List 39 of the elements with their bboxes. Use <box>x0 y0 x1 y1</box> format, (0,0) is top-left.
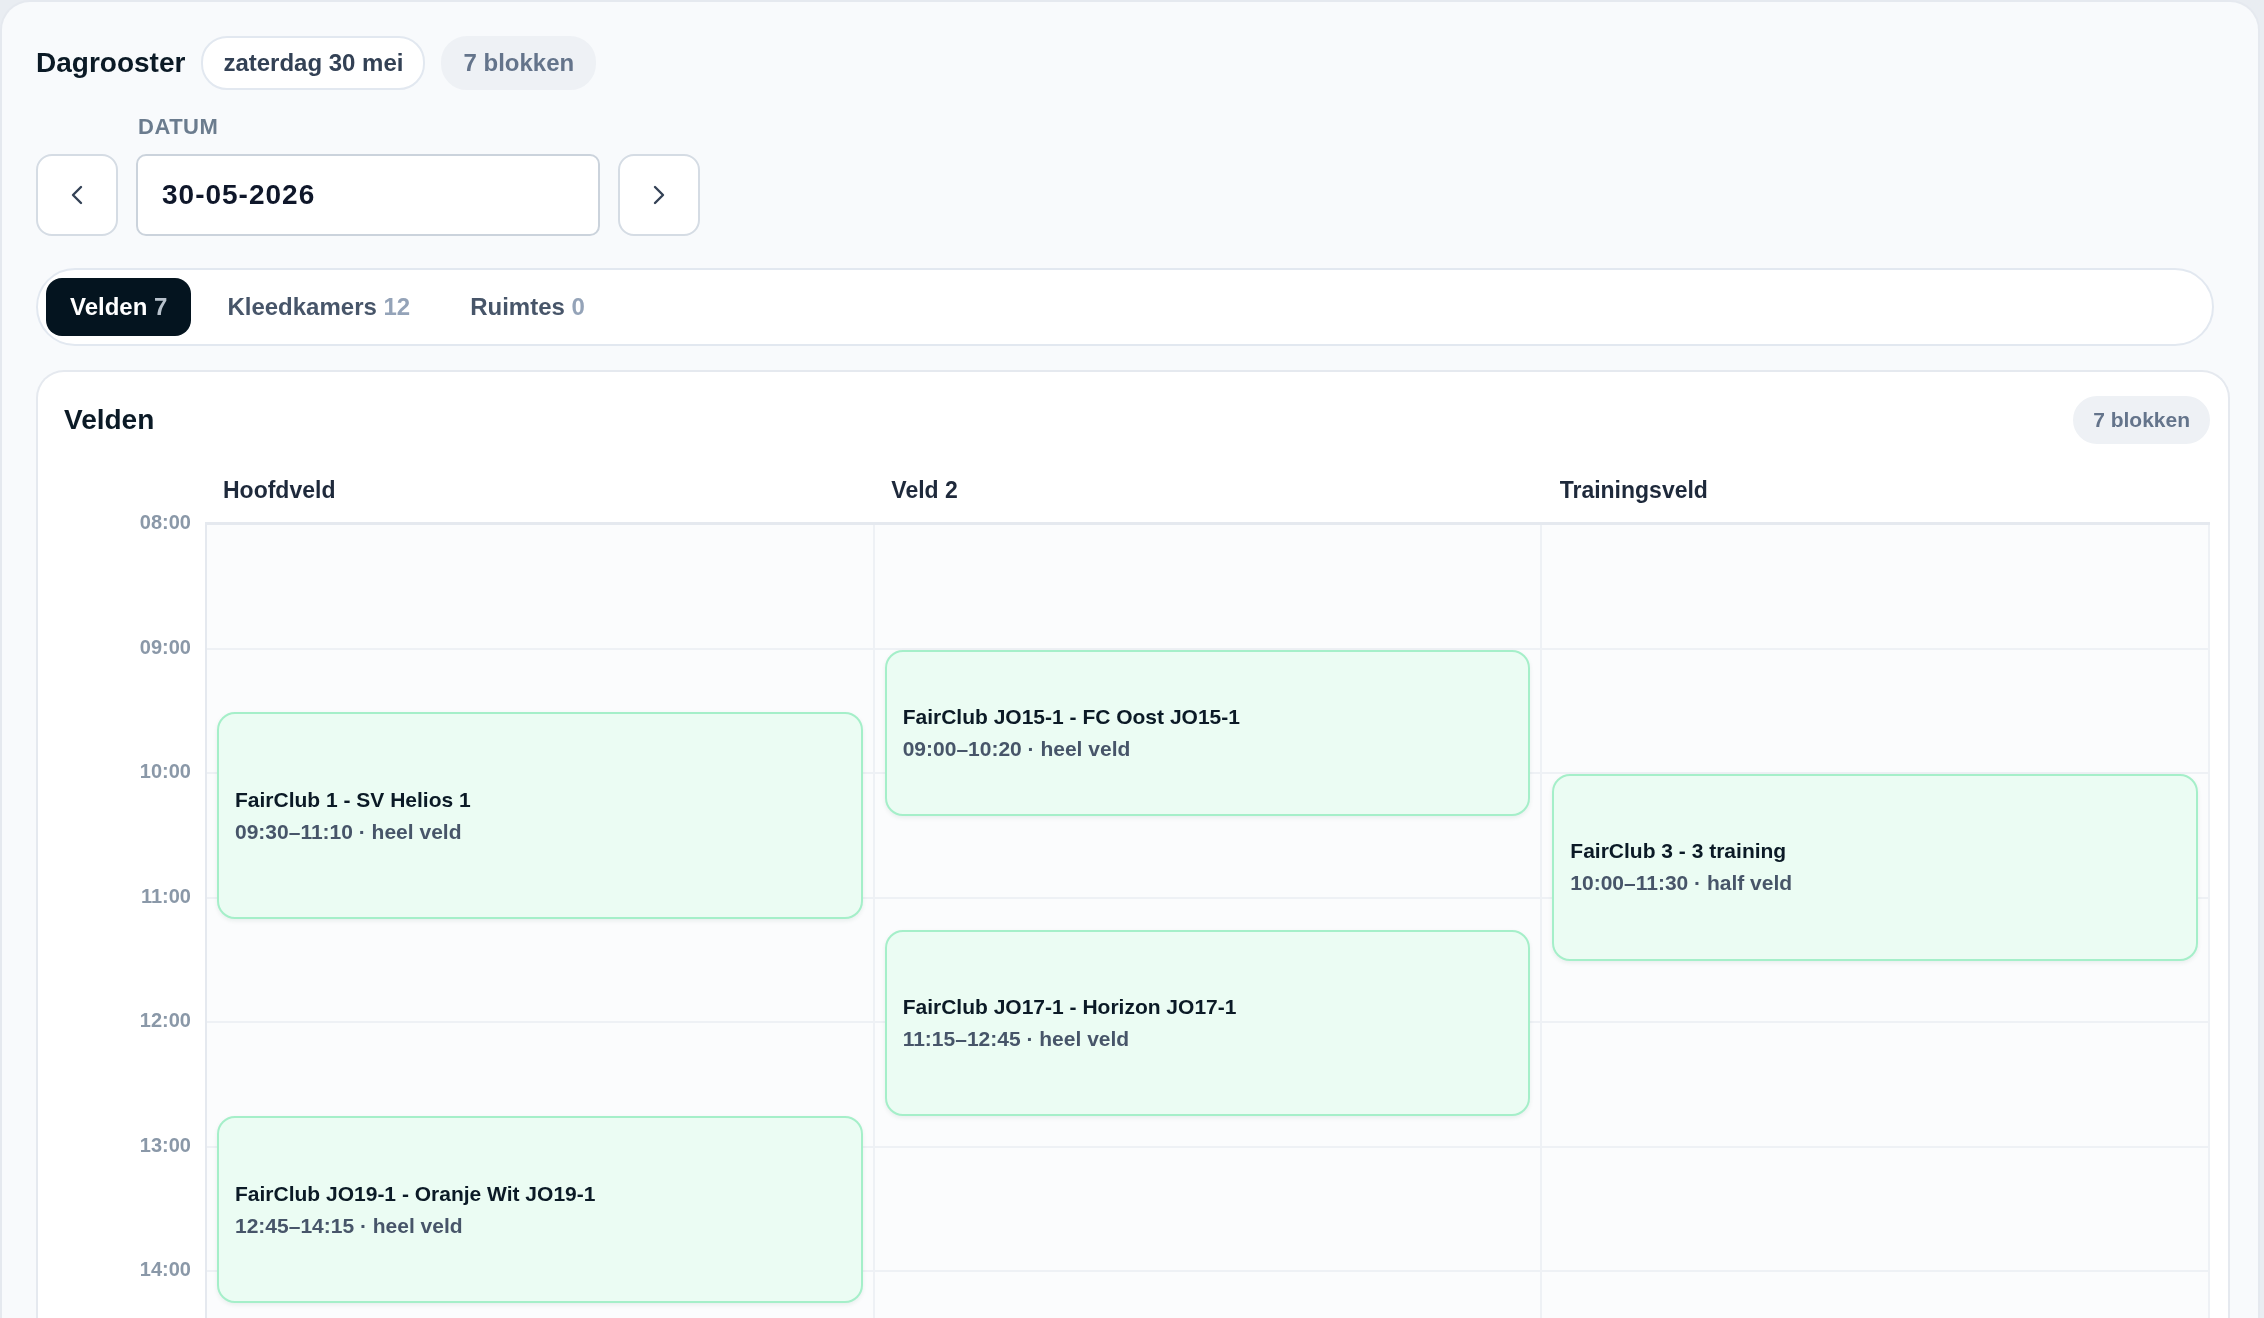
column-header: Hoofdveld <box>223 476 336 503</box>
booking-block[interactable]: FairClub JO15-1 - FC Oost JO15-1 09:00–10:20 · heel veld <box>884 649 1531 816</box>
booking-block[interactable]: FairClub 3 - 3 training 10:00–11:30 · half veld <box>1552 774 2198 961</box>
count-badge: 7 blokken <box>2073 396 2210 444</box>
booking-title: FairClub JO17-1 - Horizon JO17-1 <box>902 995 1238 1019</box>
tab[interactable]: Velden 7 <box>46 278 192 336</box>
date-field[interactable]: 30-05-2026 <box>136 154 600 236</box>
booking-details: 10:00–11:30 · half veld <box>1570 871 1794 896</box>
chevron-left-icon <box>71 185 83 205</box>
booking-details: 11:15–12:45 · heel veld <box>902 1027 1131 1051</box>
tab[interactable]: Ruimtes 0 <box>446 278 609 336</box>
tab[interactable]: Kleedkamers 12 <box>203 278 435 336</box>
booking-details: 09:30–11:10 · heel veld <box>235 819 463 844</box>
previous-day-button[interactable] <box>36 154 118 236</box>
column-header: Veld 2 <box>891 476 958 503</box>
date-label: DATUM <box>138 114 220 140</box>
chevron-right-icon <box>653 185 665 205</box>
booking-details: 09:00–10:20 · heel veld <box>902 736 1132 761</box>
date-chip: zaterdag 30 mei <box>201 36 426 90</box>
hour-label: 11:00 <box>140 884 191 907</box>
hour-label: 09:00 <box>139 635 191 658</box>
booking-title: FairClub 3 - 3 training <box>1570 839 1788 864</box>
booking-title: FairClub JO15-1 - FC Oost JO15-1 <box>902 704 1241 729</box>
next-day-button[interactable] <box>618 154 700 236</box>
booking-title: FairClub 1 - SV Helios 1 <box>235 787 472 812</box>
booking-title: FairClub JO19-1 - Oranje Wit JO19-1 <box>235 1181 597 1206</box>
hour-label: 14:00 <box>139 1257 191 1281</box>
hour-label: 13:00 <box>139 1133 191 1156</box>
booking-block[interactable]: FairClub JO17-1 - Horizon JO17-1 11:15–12:45 · heel veld <box>884 929 1531 1117</box>
schedule-title: Velden <box>64 404 155 436</box>
hour-label: 10:00 <box>139 759 191 783</box>
hour-label: 12:00 <box>139 1008 191 1032</box>
page-title: Dagrooster <box>36 47 186 79</box>
hour-label: 08:00 <box>139 510 191 534</box>
booking-block[interactable]: FairClub 1 - SV Helios 1 09:30–11:10 · heel veld <box>217 711 863 920</box>
booking-block[interactable]: FairClub JO19-1 - Oranje Wit JO19-1 12:45–14:15 · heel veld <box>217 1116 863 1304</box>
count-chip: 7 blokken <box>441 36 597 90</box>
column-header: Trainingsveld <box>1559 476 1708 503</box>
booking-details: 12:45–14:15 · heel veld <box>235 1213 464 1238</box>
